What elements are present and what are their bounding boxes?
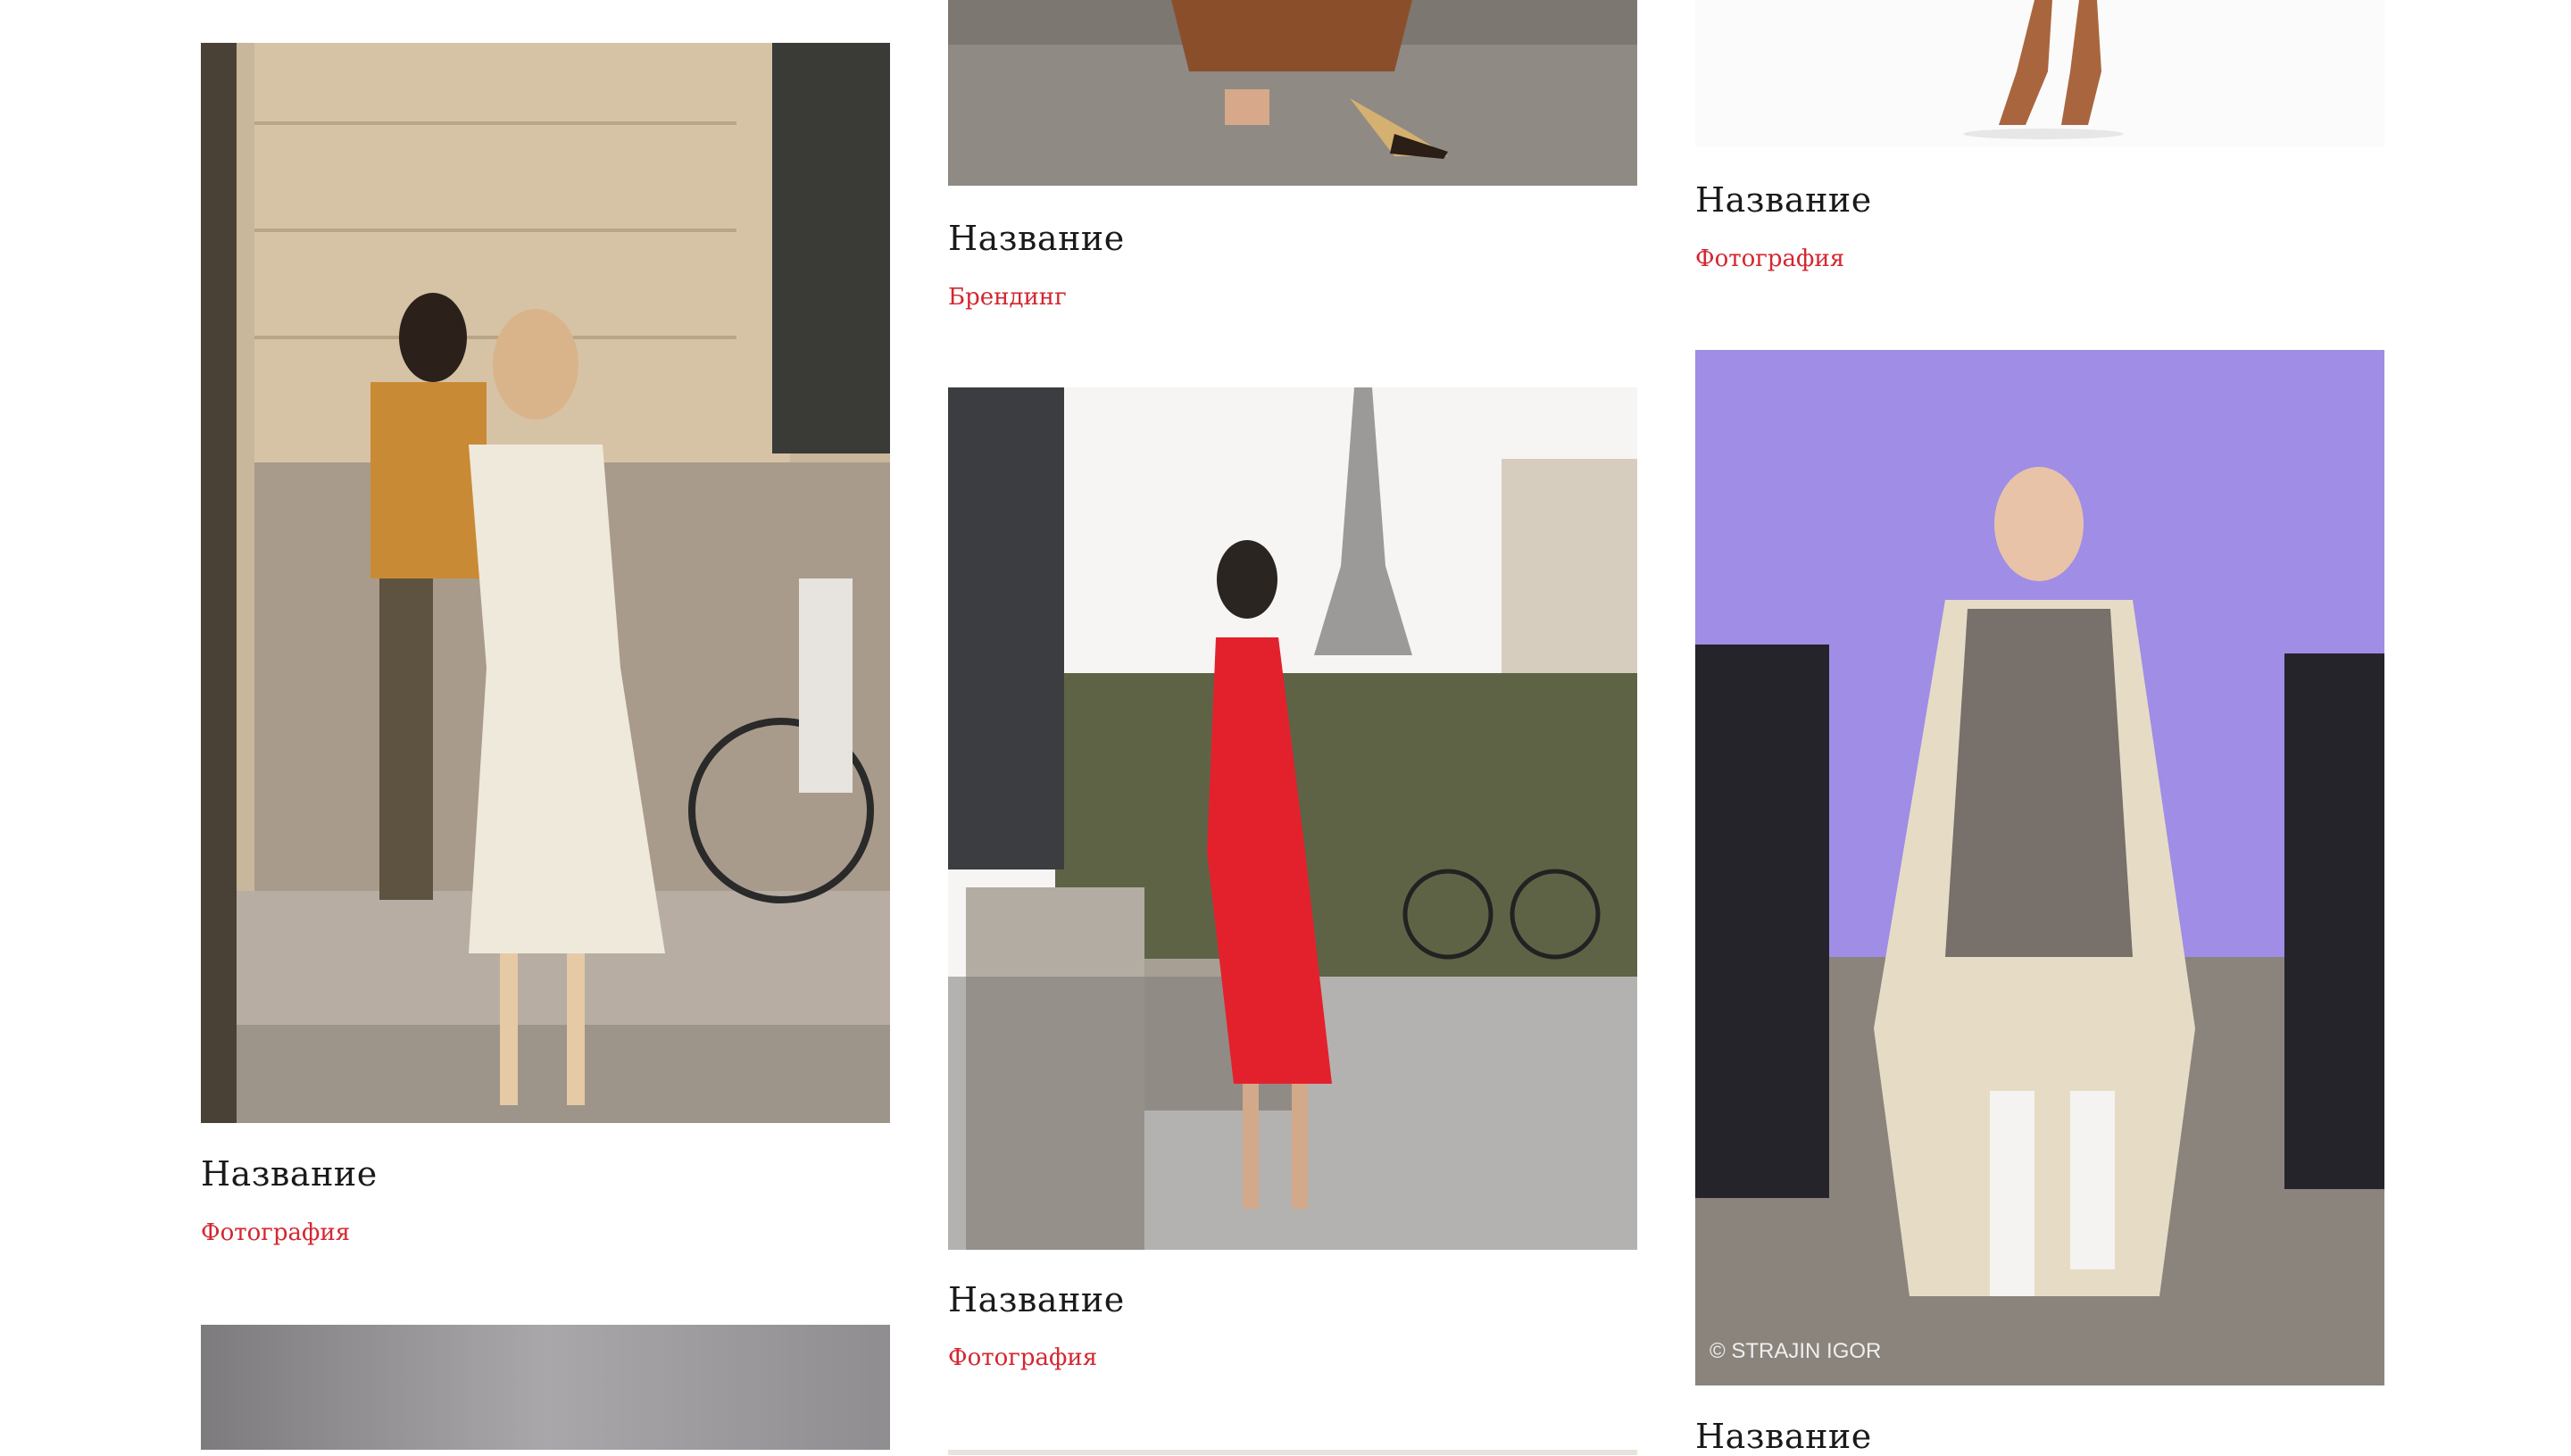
card-category-link[interactable]: Брендинг [948, 284, 1067, 311]
card-title[interactable]: Название [1695, 180, 1872, 220]
portfolio-image-red-dress[interactable] [948, 387, 1637, 1250]
card-title[interactable]: Название [948, 1280, 1125, 1319]
portfolio-image-light[interactable] [948, 1450, 1637, 1455]
card-title[interactable]: Название [948, 219, 1125, 258]
photo-watermark: © STRAJIN IGOR [1710, 1339, 1882, 1363]
card-category-link[interactable]: Фотография [1695, 245, 1844, 272]
portfolio-image-brown-dress[interactable] [948, 0, 1637, 186]
portfolio-image-runway-model[interactable]: © STRAJIN IGOR [1695, 350, 2384, 1385]
card-title[interactable]: Название [201, 1154, 378, 1194]
card-title[interactable]: Название [1695, 1417, 1872, 1456]
portfolio-image-brown-heels[interactable] [1695, 0, 2384, 147]
card-category-link[interactable]: Фотография [948, 1344, 1097, 1371]
portfolio-image-woman-white-dress[interactable] [201, 43, 890, 1123]
portfolio-image-grey[interactable] [201, 1325, 890, 1450]
card-category-link[interactable]: Фотография [201, 1219, 350, 1246]
